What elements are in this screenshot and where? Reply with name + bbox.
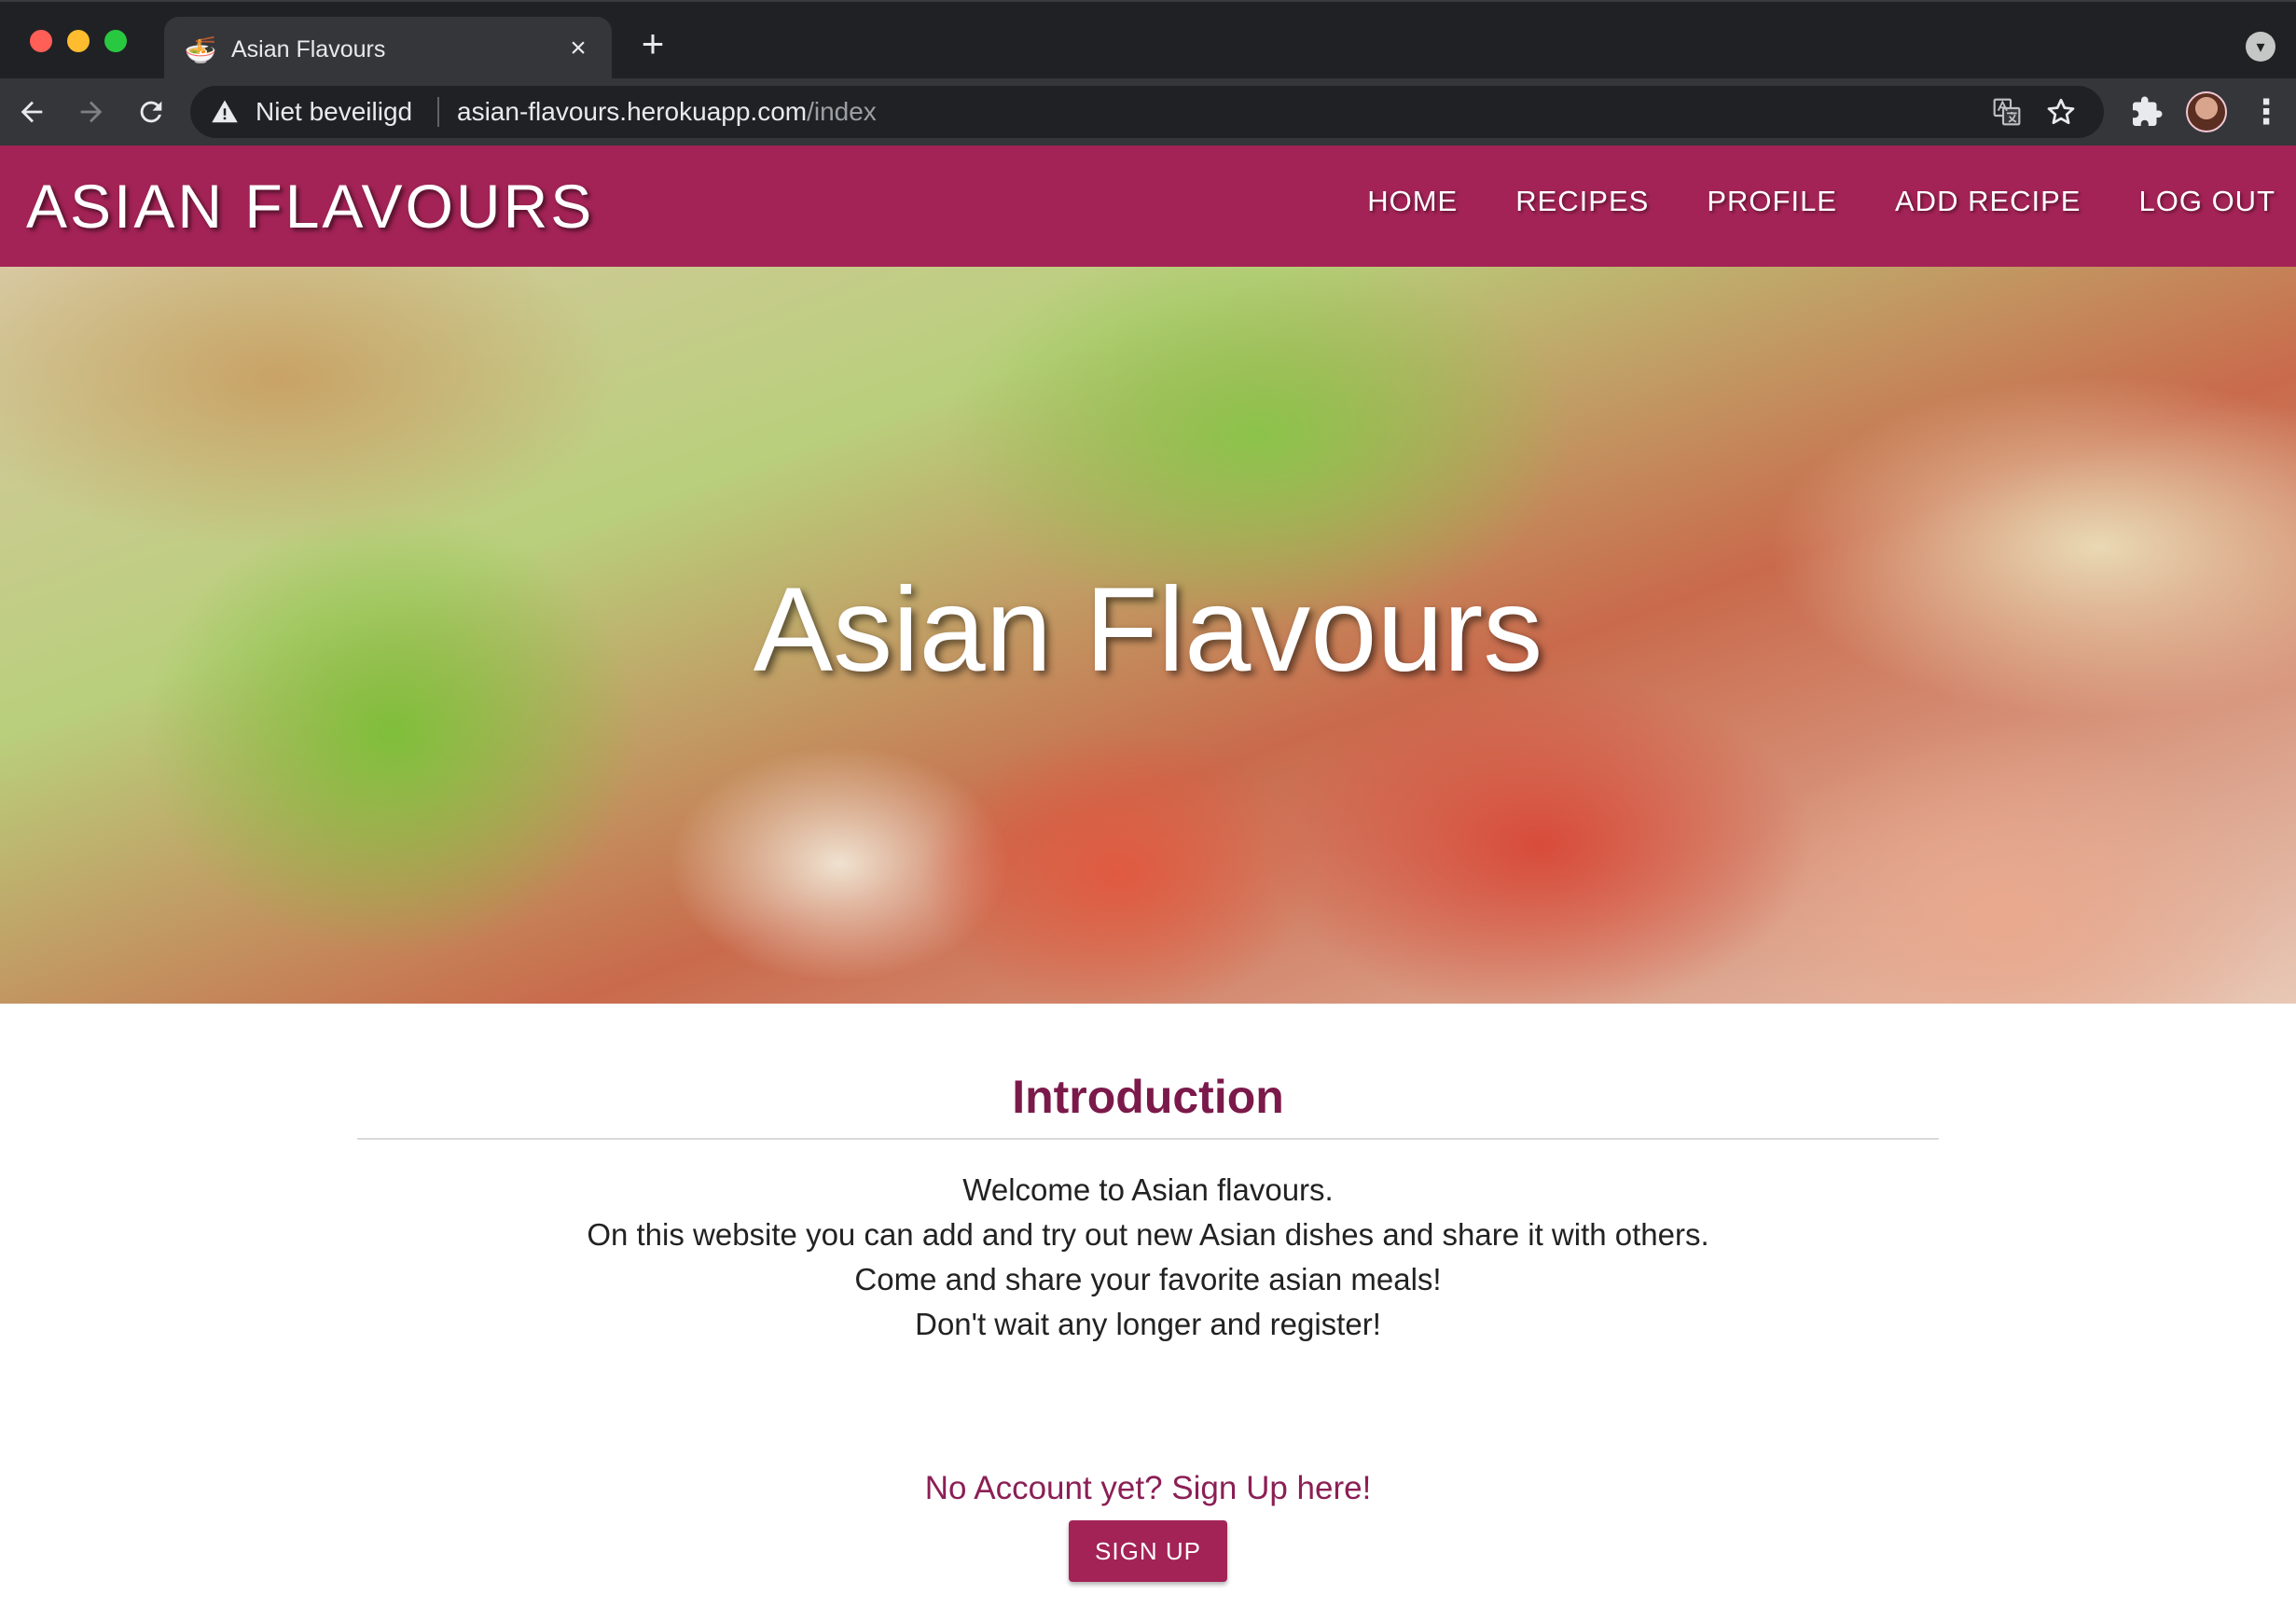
nav-menu: HOME RECIPES PROFILE ADD RECIPE LOG OUT <box>1367 183 2275 220</box>
intro-line: Come and share your favorite asian meals… <box>854 1262 1442 1296</box>
site-logo[interactable]: ASIAN FLAVOURS <box>26 173 594 239</box>
tab-close-icon[interactable]: × <box>561 32 595 65</box>
browser-menu-icon[interactable]: ⋮ <box>2249 91 2283 132</box>
zoom-window-button[interactable] <box>104 30 127 52</box>
reload-icon <box>140 101 162 123</box>
arrow-right-icon <box>80 101 103 123</box>
intro-divider <box>357 1138 1939 1140</box>
sign-up-button[interactable]: SIGN UP <box>1069 1520 1227 1582</box>
minimize-window-button[interactable] <box>67 30 90 52</box>
browser-tab-active[interactable]: 🍜 Asian Flavours × <box>164 17 612 80</box>
intro-text: Welcome to Asian flavours. On this websi… <box>0 1168 2296 1347</box>
url-path: /index <box>807 97 877 126</box>
nav-log-out[interactable]: LOG OUT <box>2138 183 2275 220</box>
browser-toolbar: Niet beveiligd asian-flavours.herokuapp.… <box>0 78 2296 146</box>
signup-prompt: No Account yet? Sign Up here! <box>924 1470 1372 1506</box>
url-host: asian-flavours.herokuapp.com <box>457 97 808 126</box>
ramen-bowl-icon: 🍜 <box>184 35 217 64</box>
url-text[interactable]: asian-flavours.herokuapp.com/index <box>457 97 877 127</box>
translate-icon[interactable] <box>1992 97 2022 127</box>
hero-title: Asian Flavours <box>753 563 1543 697</box>
new-tab-button[interactable]: + <box>634 24 671 63</box>
address-divider <box>437 97 439 127</box>
back-button[interactable] <box>11 91 52 132</box>
profile-avatar[interactable] <box>2186 91 2227 132</box>
intro-line: Welcome to Asian flavours. <box>962 1172 1334 1207</box>
puzzle-icon[interactable] <box>2130 95 2164 129</box>
security-status[interactable]: Niet beveiligd <box>256 97 412 127</box>
intro-line: Don't wait any longer and register! <box>915 1307 1381 1341</box>
hero-banner: Asian Flavours <box>0 267 2296 1004</box>
address-bar[interactable]: Niet beveiligd asian-flavours.herokuapp.… <box>190 86 2104 138</box>
site-navbar: ASIAN FLAVOURS HOME RECIPES PROFILE ADD … <box>0 146 2296 267</box>
tab-title: Asian Flavours <box>231 36 386 62</box>
nav-recipes[interactable]: RECIPES <box>1515 183 1649 220</box>
chevron-down-icon: ▾ <box>2256 37 2265 56</box>
nav-home[interactable]: HOME <box>1367 183 1458 220</box>
intro-heading: Introduction <box>1012 1071 1284 1123</box>
reload-button[interactable] <box>131 91 172 132</box>
close-window-button[interactable] <box>30 30 52 52</box>
arrow-left-icon <box>21 101 43 123</box>
intro-section: Introduction Welcome to Asian flavours. … <box>0 1004 2296 1608</box>
star-icon[interactable] <box>2044 95 2078 129</box>
browser-tabstrip: 🍜 Asian Flavours × + ▾ <box>0 0 2296 80</box>
nav-profile[interactable]: PROFILE <box>1707 183 1837 220</box>
forward-button[interactable] <box>71 91 112 132</box>
tab-search-button[interactable]: ▾ <box>2246 32 2275 62</box>
intro-line: On this website you can add and try out … <box>587 1217 1709 1252</box>
warning-icon[interactable] <box>211 98 239 126</box>
nav-add-recipe[interactable]: ADD RECIPE <box>1895 183 2081 220</box>
